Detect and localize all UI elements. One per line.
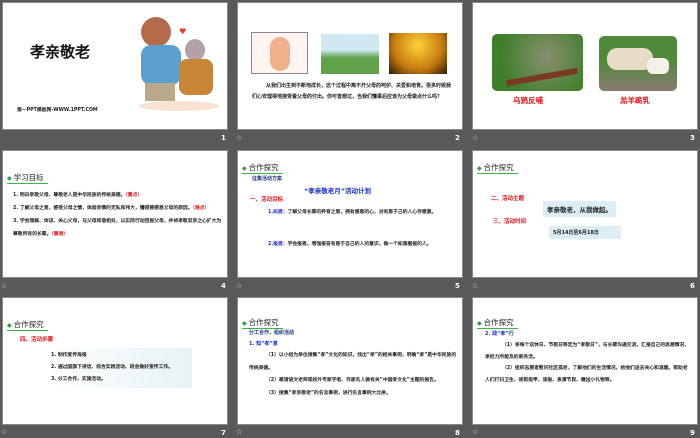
slide-subheading: 分工合作，组织活动 (249, 330, 295, 336)
slide-heading: ◆ 合作探究 (7, 319, 48, 331)
slide-number: 1 (221, 134, 226, 142)
slide-number: 8 (455, 429, 460, 437)
slide-number: 4 (221, 282, 226, 290)
theme-label: 二、活动主题 (491, 196, 525, 202)
slide-body-text: 从我们出生到不断地成长，这个过程中离不开父母的呵护、关爱和培育。很多时候我们心安… (252, 83, 452, 100)
activity-item: （1）将每个双休日、节假日等定为“孝敬日”，与长辈沟通交流，汇报自己的思想情况，… (485, 343, 690, 360)
slide-footer: 第一PPT模板网-WWW.1PPT.COM (17, 108, 98, 113)
mother-baby-image (251, 32, 308, 74)
goat-kneeling-image (599, 36, 677, 91)
crow-feeding-image (492, 34, 583, 91)
steps-box: 1. 制作宣传海报 2. 通过国旗下讲话、综合实践活动、班会做好宣传工作。 3.… (48, 348, 192, 388)
step-item: 1. 制作宣传海报 (51, 353, 87, 358)
slide-thumbnail-5[interactable]: ◆ 合作探究 征集活动方案 “孝亲敬老月”活动计划 一、活动目标 1.知恩：了解父… (237, 150, 463, 278)
slide-heading: ◆ 合作探究 (477, 162, 518, 174)
activity-item: （2）邀请语文老师或校外专家学者、作家名人做有关“中国孝文化”主题的报告。 (266, 378, 439, 383)
activity-item: （2）组织志愿者慰问社区孤老，了解他们的生活情况，给他们送去关心和温暖。帮助老人… (485, 366, 688, 383)
diamond-icon: ◆ (242, 165, 247, 172)
transition-icon[interactable]: ☆ (472, 282, 478, 290)
time-label: 三、活动时间 (493, 219, 527, 225)
slide-thumbnail-9[interactable]: ◆ 合作探究 2. 践“孝”行 （1）将每个双休日、节假日等定为“孝敬日”，与长辈… (472, 297, 698, 425)
slide-thumbnail-6[interactable]: ◆ 合作探究 二、活动主题 孝亲敬老，从我做起。 三、活动时间 5月14日至6月1… (472, 150, 698, 278)
transition-icon[interactable]: ☆ (236, 134, 242, 142)
activity-item: （1）以小组为单位搜集“孝”文化的知识，找出“孝”的相关事例，明确“孝”是中华民… (249, 353, 457, 371)
slide-number: 5 (455, 282, 460, 290)
slide-number: 9 (690, 429, 695, 437)
transition-icon[interactable]: ☆ (1, 282, 7, 290)
slide-heading: ◆ 合作探究 (477, 317, 518, 329)
caption-goat: 羔羊跪乳 (620, 96, 650, 105)
time-box: 5月14日至6月18日 (549, 226, 621, 239)
transition-icon[interactable]: ☆ (236, 282, 242, 290)
goal-paragraph-2: 2.报恩：学会报恩，增强报答有恩于自己的人的意识，做一个知恩图报的人。 (268, 242, 432, 247)
activity-list: （1）以小组为单位搜集“孝”文化的知识，找出“孝”的相关事例，明确“孝”是中华民… (249, 350, 457, 400)
transition-icon[interactable]: ☆ (472, 428, 478, 436)
slide-thumbnail-2[interactable]: 从我们出生到不断地成长，这个过程中离不开父母的呵护、关爱和培育。很多时候我们心安… (237, 2, 463, 130)
diamond-icon: ◆ (7, 175, 12, 182)
plan-title: “孝亲敬老月”活动计划 (304, 187, 372, 195)
theme-box: 孝亲敬老，从我做起。 (543, 201, 616, 217)
slide-thumbnail-1[interactable]: 孝亲敬老 第一PPT模板网-WWW.1PPT.COM ♥ (2, 2, 228, 130)
section-title: 一、活动目标 (250, 197, 284, 203)
slide-thumbnail-7[interactable]: ◆ 合作探究 四、活动步骤 1. 制作宣传海报 2. 通过国旗下讲话、综合实践活动… (2, 297, 228, 425)
activity-list: （1）将每个双休日、节假日等定为“孝敬日”，与长辈沟通交流，汇报自己的思想情况，… (485, 340, 691, 386)
slide-heading: ◆ 合作探究 (242, 317, 283, 329)
slide-thumbnail-3[interactable]: 乌鸦反哺 羔羊跪乳 (472, 2, 698, 130)
slide-thumbnail-4[interactable]: ◆ 学习目标 1. 明白孝敬父母、尊敬老人是中华民族的传统美德。（重点） 2. 了… (2, 150, 228, 278)
slide-heading: ◆ 合作探究 (242, 162, 283, 174)
goal-paragraph-1: 1.知恩：了解父母长辈的养育之恩，拥有感恩的心，对有恩于己的人心存感激。 (268, 210, 437, 215)
slide-thumbnail-8[interactable]: ◆ 合作探究 分工合作，组织活动 1. 知“孝”意 （1）以小组为单位搜集“孝”文… (237, 297, 463, 425)
activity-item: （3）搜集“孝亲敬老”的名言事例，进行名言事例大比拼。 (266, 390, 391, 396)
family-sunset-image (389, 33, 447, 74)
step-item: 2. 通过国旗下讲话、综合实践活动、班会做好宣传工作。 (51, 365, 173, 370)
section-title: 四、活动步骤 (20, 337, 54, 343)
section-title: 1. 知“孝”意 (249, 341, 278, 347)
transition-icon[interactable]: ☆ (236, 428, 242, 436)
objectives-list: 1. 明白孝敬父母、尊敬老人是中华民族的传统美德。（重点） 2. 了解父母之爱，… (13, 189, 223, 241)
transition-icon[interactable]: ☆ (1, 428, 7, 436)
slide-number: 3 (690, 134, 695, 142)
objective-item: 2. 了解父母之爱，感受父母之情，体验亲情的无私和伟大，懂得要感恩父母的原因。（… (13, 206, 210, 211)
elderly-couple-illustration: ♥ (139, 11, 219, 111)
section-title: 2. 践“孝”行 (485, 331, 514, 337)
diamond-icon: ◆ (242, 320, 247, 327)
mother-child-image (321, 34, 379, 74)
slide-title: 孝亲敬老 (30, 43, 91, 61)
slide-heading: ◆ 学习目标 (7, 172, 48, 184)
caption-crow: 乌鸦反哺 (513, 96, 543, 105)
slide-number: 2 (455, 134, 460, 142)
transition-icon[interactable]: ☆ (472, 134, 478, 142)
slide-number: 7 (221, 429, 226, 437)
objective-item: 1. 明白孝敬父母、尊敬老人是中华民族的传统美德。（重点） (13, 193, 143, 198)
diamond-icon: ◆ (477, 165, 482, 172)
objective-item: 3. 学会理解、体谅、关心父母，与父母和谐相处，以实际行动回报父母，并将孝敬双亲… (13, 219, 222, 237)
diamond-icon: ◆ (477, 320, 482, 327)
diamond-icon: ◆ (7, 322, 12, 329)
step-item: 3. 分工合作，实施活动。 (51, 377, 106, 382)
slide-subheading: 征集活动方案 (252, 176, 283, 182)
slide-number: 6 (690, 282, 695, 290)
